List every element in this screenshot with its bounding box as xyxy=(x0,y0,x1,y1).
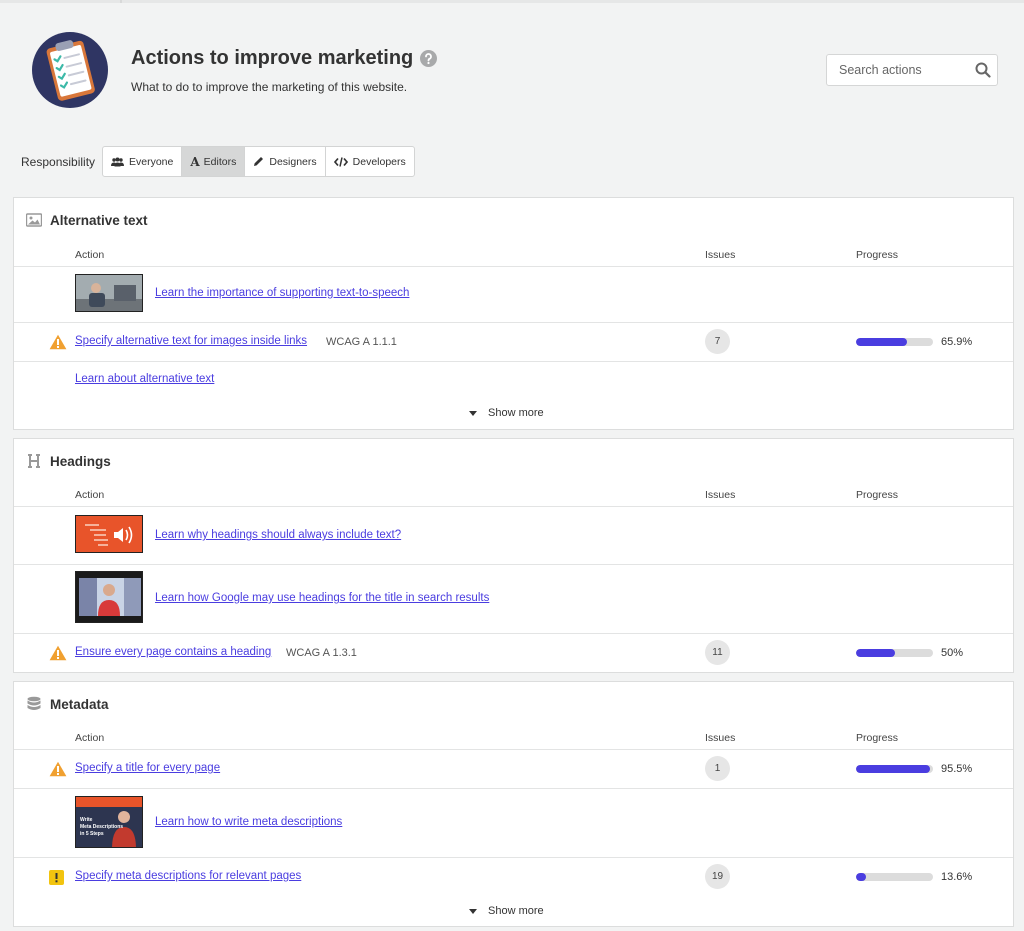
show-more-button[interactable]: Show more xyxy=(469,407,544,419)
video-thumbnail[interactable] xyxy=(75,274,143,312)
warning-icon xyxy=(49,645,67,661)
video-thumbnail[interactable] xyxy=(75,571,143,623)
section-title: Metadata xyxy=(50,697,109,712)
responsibility-filter: Everyone A Editors Designers Developers xyxy=(102,146,415,177)
progress-bar xyxy=(856,649,933,657)
progress-bar xyxy=(856,765,933,773)
section-header: Headings xyxy=(14,439,1013,483)
progress-percent: 65.9% xyxy=(941,336,973,348)
issue-count-badge: 19 xyxy=(705,864,730,889)
video-thumbnail-image xyxy=(76,275,142,311)
thumb-text-line-3: in 5 Steps xyxy=(80,831,104,837)
action-link[interactable]: Specify alternative text for images insi… xyxy=(75,335,307,347)
page-subtitle: What to do to improve the marketing of t… xyxy=(131,80,408,94)
action-link[interactable]: Specify meta descriptions for relevant p… xyxy=(75,870,301,882)
column-header-issues: Issues xyxy=(705,249,736,261)
heading-icon xyxy=(28,454,40,468)
wcag-criterion: WCAG A 1.3.1 xyxy=(286,647,357,659)
search-input[interactable] xyxy=(826,54,998,86)
column-header-issues: Issues xyxy=(705,732,736,744)
show-more-label: Show more xyxy=(488,905,544,917)
issue-count-badge: 1 xyxy=(705,756,730,781)
responsibility-label: Responsibility xyxy=(21,155,96,169)
warning-icon xyxy=(49,334,67,350)
editor-a-icon: A xyxy=(190,154,200,169)
learn-link[interactable]: Learn about alternative text xyxy=(75,373,214,385)
progress-bar xyxy=(856,338,933,346)
section-title: Alternative text xyxy=(50,213,148,228)
video-thumbnail[interactable]: Write Meta Descriptions in 5 Steps xyxy=(75,796,143,848)
section-header: Metadata xyxy=(14,682,1013,726)
section-metadata: Metadata Action Issues Progress Specify … xyxy=(13,681,1014,927)
thumb-text-line-2: Meta Descriptions xyxy=(80,824,123,830)
progress-percent: 95.5% xyxy=(941,763,973,775)
code-icon xyxy=(333,156,348,167)
section-header: Alternative text xyxy=(14,198,1013,242)
wcag-criterion: WCAG A 1.1.1 xyxy=(326,336,397,348)
video-thumbnail[interactable] xyxy=(75,515,143,553)
search-icon[interactable] xyxy=(975,62,991,78)
help-icon[interactable] xyxy=(420,50,437,67)
responsibility-developers-label: Developers xyxy=(352,155,406,168)
column-header-progress: Progress xyxy=(856,732,899,744)
responsibility-everyone-label: Everyone xyxy=(129,155,174,168)
section-title: Headings xyxy=(50,454,111,469)
caret-down-icon xyxy=(469,908,477,914)
action-link[interactable]: Specify a title for every page xyxy=(75,762,220,774)
responsibility-designers-button[interactable]: Designers xyxy=(245,147,326,176)
database-icon xyxy=(27,696,41,710)
video-thumbnail-image xyxy=(76,572,142,622)
show-more-label: Show more xyxy=(488,407,544,419)
progress-percent: 13.6% xyxy=(941,871,973,883)
column-header-action: Action xyxy=(75,249,105,261)
issue-count-badge: 11 xyxy=(705,640,730,665)
section-alternative-text: Alternative text Action Issues Progress … xyxy=(13,197,1014,430)
caret-down-icon xyxy=(469,410,477,416)
progress-bar xyxy=(856,873,933,881)
users-icon xyxy=(111,157,124,166)
page-title: Actions to improve marketing xyxy=(131,47,414,69)
page-header: Actions to improve marketing What to do … xyxy=(0,0,1024,140)
column-header-progress: Progress xyxy=(856,489,899,501)
column-header-action: Action xyxy=(75,732,105,744)
image-icon xyxy=(26,213,42,227)
notice-icon xyxy=(49,870,64,885)
clipboard-checklist-icon xyxy=(32,32,108,108)
responsibility-everyone-button[interactable]: Everyone xyxy=(103,147,183,176)
issue-count-badge: 7 xyxy=(705,329,730,354)
video-link[interactable]: Learn how to write meta descriptions xyxy=(155,816,342,828)
video-thumbnail-image: Write Meta Descriptions in 5 Steps xyxy=(76,797,142,847)
video-thumbnail-image xyxy=(76,516,142,552)
responsibility-designers-label: Designers xyxy=(269,155,317,168)
show-more-button[interactable]: Show more xyxy=(469,905,544,917)
column-header-issues: Issues xyxy=(705,489,736,501)
video-link[interactable]: Learn how Google may use headings for th… xyxy=(155,592,489,604)
warning-icon xyxy=(49,761,67,777)
video-link[interactable]: Learn the importance of supporting text-… xyxy=(155,287,409,299)
responsibility-editors-label: Editors xyxy=(203,155,237,168)
column-header-progress: Progress xyxy=(856,249,899,261)
thumb-text-line-1: Write xyxy=(80,817,93,823)
pencil-icon xyxy=(254,157,264,166)
responsibility-developers-button[interactable]: Developers xyxy=(326,147,414,176)
video-link[interactable]: Learn why headings should always include… xyxy=(155,529,401,541)
action-link[interactable]: Ensure every page contains a heading xyxy=(75,646,271,658)
column-header-action: Action xyxy=(75,489,105,501)
progress-percent: 50% xyxy=(941,647,964,659)
section-headings: Headings Action Issues Progress Learn wh… xyxy=(13,438,1014,673)
responsibility-editors-button[interactable]: A Editors xyxy=(182,147,246,176)
